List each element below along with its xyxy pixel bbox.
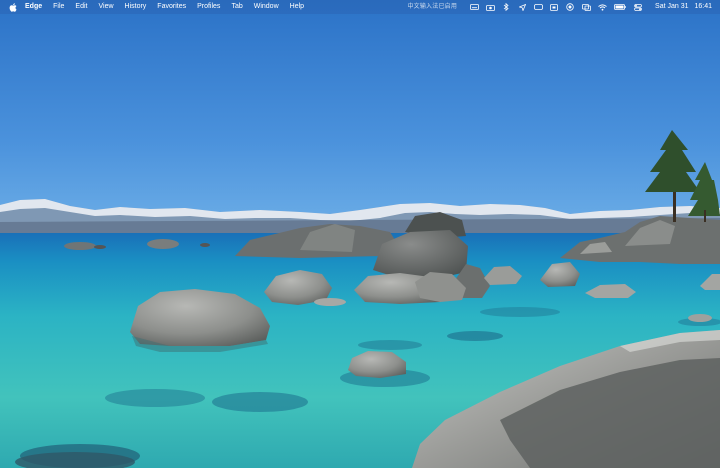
messages-icon[interactable] [533,0,543,14]
display-icon[interactable] [581,0,591,14]
menu-profiles[interactable]: Profiles [197,0,220,14]
menu-bar: Edge File Edit View History Favorites Pr… [0,0,720,14]
menu-favorites[interactable]: Favorites [157,0,186,14]
screenshot-icon[interactable] [549,0,559,14]
menu-help[interactable]: Help [290,0,304,14]
clock-date: Sat Jan 31 [655,3,689,10]
apple-menu-icon[interactable] [8,0,17,14]
camera-icon[interactable] [485,0,495,14]
keyboard-icon[interactable] [469,0,479,14]
menu-window[interactable]: Window [254,0,279,14]
menu-bar-left: Edge File Edit View History Favorites Pr… [0,0,315,14]
battery-icon[interactable] [613,0,627,14]
desktop-wallpaper [0,0,720,468]
bluetooth-icon[interactable] [501,0,511,14]
menu-bar-clock[interactable]: Sat Jan 31 16:41 [655,0,712,14]
menu-app-name[interactable]: Edge [25,0,42,14]
menu-tab[interactable]: Tab [231,0,242,14]
wifi-icon[interactable] [597,0,607,14]
clock-time: 16:41 [694,3,712,10]
menu-bar-status: 中文输入法已启用 Sat Jan 31 16:41 [407,0,720,14]
menu-edit[interactable]: Edit [75,0,87,14]
control-center-icon[interactable] [633,0,643,14]
record-icon[interactable] [565,0,575,14]
ime-status-text: 中文输入法已启用 [407,4,458,10]
location-icon[interactable] [517,0,527,14]
menu-view[interactable]: View [98,0,113,14]
menu-history[interactable]: History [125,0,147,14]
menu-file[interactable]: File [53,0,64,14]
